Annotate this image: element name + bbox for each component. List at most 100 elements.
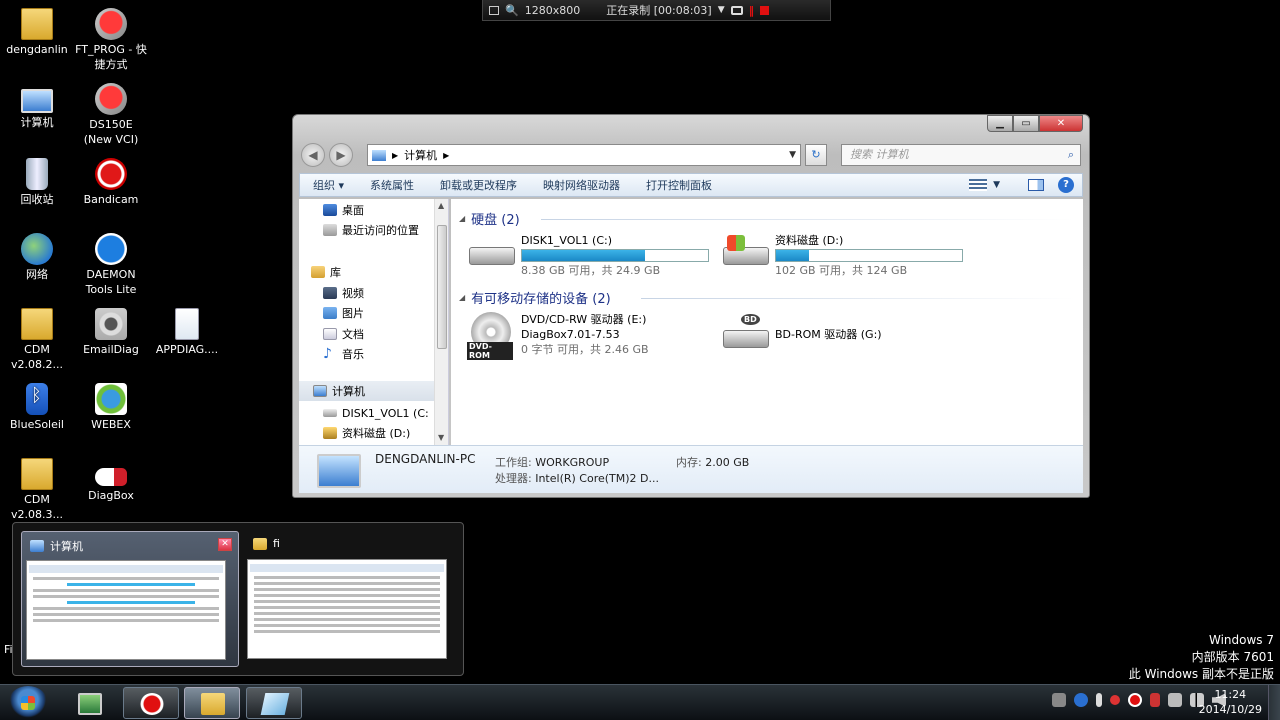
thumbnail-fi[interactable]: fi (245, 531, 451, 667)
desktop-icon-ds150e[interactable]: DS150E (New VCI) (74, 83, 148, 147)
collapse-icon[interactable]: ◢ (459, 214, 465, 223)
thumbnail-computer[interactable]: 计算机 ✕ (21, 531, 239, 667)
organize-button[interactable]: 组织 ▾ (300, 177, 357, 193)
desktop-icon-bluesoleil[interactable]: BlueSoleil (0, 383, 74, 432)
address-bar[interactable]: ▶ 计算机 ▶ ▼ (367, 144, 801, 166)
nav-item-recent[interactable]: 最近访问的位置 (323, 221, 419, 239)
breadcrumb-arrow-icon[interactable]: ▶ (443, 151, 449, 160)
control-panel-button[interactable]: 打开控制面板 (633, 177, 725, 193)
diagbox-icon (95, 468, 127, 486)
thumbnail-close-button[interactable]: ✕ (218, 538, 232, 551)
nav-item-pictures[interactable]: 图片 (323, 304, 364, 322)
pause-icon[interactable]: ‖ (749, 4, 755, 17)
library-icon (311, 266, 325, 278)
nav-item-computer[interactable]: 计算机 (313, 382, 365, 400)
start-button[interactable] (8, 686, 48, 720)
taskbar-app-bandicam[interactable] (123, 687, 179, 719)
change-view-button[interactable]: ▼ (969, 179, 1000, 191)
group-divider (641, 298, 1075, 299)
usb-tray-icon[interactable] (1096, 693, 1102, 707)
dropdown-icon[interactable]: ▼ (718, 5, 725, 15)
drive-space: 0 字节 可用，共 2.46 GB (521, 343, 649, 356)
search-input[interactable]: 搜索 计算机 ⌕ (841, 144, 1081, 166)
uninstall-button[interactable]: 卸载或更改程序 (427, 177, 530, 193)
collapse-icon[interactable]: ◢ (459, 293, 465, 302)
help-icon[interactable]: ? (1058, 177, 1074, 193)
desktop-icon-cdm-1[interactable]: CDM v2.08.2... (0, 308, 74, 372)
scrollbar-thumb[interactable] (437, 225, 447, 349)
system-clock[interactable]: 11:24 2014/10/29 (1199, 687, 1262, 717)
search-icon[interactable]: ⌕ (1068, 145, 1074, 165)
hard-disk-icon (467, 233, 515, 269)
command-bar: 组织 ▾ 系统属性 卸载或更改程序 映射网络驱动器 打开控制面板 ▼ ? (299, 173, 1083, 197)
nav-label: 音乐 (342, 348, 364, 361)
memory-label: 内存: (676, 456, 702, 469)
drive-name: BD-ROM 驱动器 (G:) (775, 328, 882, 341)
minimize-button[interactable]: ▁ (987, 115, 1013, 132)
thumbnail-preview (247, 559, 447, 659)
system-properties-button[interactable]: 系统属性 (357, 177, 427, 193)
forward-button[interactable]: ▶ (329, 143, 353, 167)
nav-scrollbar[interactable]: ▲ ▼ (434, 199, 448, 445)
taskbar-app-other[interactable] (246, 687, 302, 719)
drive-space: 8.38 GB 可用，共 24.9 GB (521, 264, 661, 277)
show-desktop-button[interactable] (1268, 685, 1280, 720)
desktop-icon-daemon-tools[interactable]: DAEMON Tools Lite (74, 233, 148, 297)
drive-e[interactable]: DVD-ROM DVD/CD-RW 驱动器 (E:) DiagBox7.01-7… (467, 312, 649, 360)
desktop-icon-dengdanlin[interactable]: dengdanlin (0, 8, 74, 57)
desktop-icon-appdiag[interactable]: APPDIAG.... (148, 308, 226, 357)
taskbar-app-explorer[interactable] (184, 687, 240, 719)
desktop-icon-cdm-2[interactable]: CDM v2.08.3... (0, 458, 74, 522)
breadcrumb-arrow-icon[interactable]: ▶ (392, 151, 398, 160)
taskbar-app-diag[interactable] (61, 687, 117, 719)
magnifier-icon[interactable]: 🔍 (505, 4, 519, 17)
record-tray-icon[interactable] (1128, 693, 1142, 707)
emaildiag-icon (95, 308, 127, 340)
refresh-button[interactable]: ↻ (805, 144, 827, 166)
flag-tray-icon[interactable] (1150, 693, 1160, 707)
drive-c[interactable]: DISK1_VOL1 (C:) 8.38 GB 可用，共 24.9 GB (467, 233, 709, 278)
desktop-icon-ft-prog[interactable]: FT_PROG - 快捷方式 (74, 8, 148, 72)
nav-item-documents[interactable]: 文档 (323, 325, 364, 343)
nav-item-libraries[interactable]: 库 (311, 263, 341, 281)
group-header-removable[interactable]: ◢ 有可移动存储的设备 (2) (459, 288, 611, 307)
group-header-hard-disks[interactable]: ◢ 硬盘 (2) (459, 209, 520, 228)
desktop-icon-recycle-bin[interactable]: 回收站 (0, 158, 74, 207)
recorder-resolution[interactable]: 1280x800 (525, 4, 581, 17)
error-tray-icon[interactable] (1110, 695, 1120, 705)
nav-item-music[interactable]: ♪ 音乐 (323, 345, 364, 363)
breadcrumb[interactable]: 计算机 (404, 147, 437, 163)
keyboard-icon[interactable] (1052, 693, 1066, 707)
desktop-icon-label: dengdanlin (6, 43, 68, 56)
desktop-icon-computer[interactable]: 计算机 (0, 83, 74, 130)
desktop-icon-bandicam[interactable]: Bandicam (74, 158, 148, 207)
action-center-icon[interactable] (1168, 693, 1182, 707)
address-row: ◀ ▶ ▶ 计算机 ▶ ▼ ↻ 搜索 计算机 ⌕ (301, 143, 1081, 167)
close-button[interactable]: ✕ (1039, 115, 1083, 132)
desktop-icon-network[interactable]: 网络 (0, 233, 74, 282)
group-title: 硬盘 (2) (471, 213, 520, 228)
preview-pane-icon[interactable] (1028, 179, 1044, 191)
nav-item-disk-d[interactable]: 资料磁盘 (D:) (323, 424, 410, 442)
desktop-icon-label: DAEMON Tools Lite (85, 268, 137, 296)
drive-d[interactable]: 资料磁盘 (D:) 102 GB 可用，共 124 GB (721, 233, 963, 278)
bd-badge: BD (741, 314, 760, 325)
scroll-down-icon[interactable]: ▼ (438, 433, 444, 442)
desktop-icon-emaildiag[interactable]: EmailDiag (74, 308, 148, 357)
drive-g[interactable]: BD BD-ROM 驱动器 (G:) (721, 312, 882, 348)
group-divider (541, 219, 1075, 220)
nav-item-disk-c[interactable]: DISK1_VOL1 (C: (323, 404, 429, 422)
desktop-icon-webex[interactable]: WEBEX (74, 383, 148, 432)
camera-icon[interactable] (730, 5, 743, 15)
nav-item-videos[interactable]: 视频 (323, 284, 364, 302)
nav-item-desktop[interactable]: 桌面 (323, 201, 364, 219)
scroll-up-icon[interactable]: ▲ (438, 201, 444, 210)
chevron-down-icon[interactable]: ▼ (789, 150, 796, 160)
stop-icon[interactable] (760, 5, 770, 15)
back-button[interactable]: ◀ (301, 143, 325, 167)
maximize-button[interactable]: ▭ (1013, 115, 1039, 132)
help-tray-icon[interactable] (1074, 693, 1088, 707)
window-mode-icon[interactable] (489, 5, 499, 15)
map-drive-button[interactable]: 映射网络驱动器 (530, 177, 633, 193)
desktop-icon-diagbox[interactable]: DiagBox (74, 458, 148, 503)
